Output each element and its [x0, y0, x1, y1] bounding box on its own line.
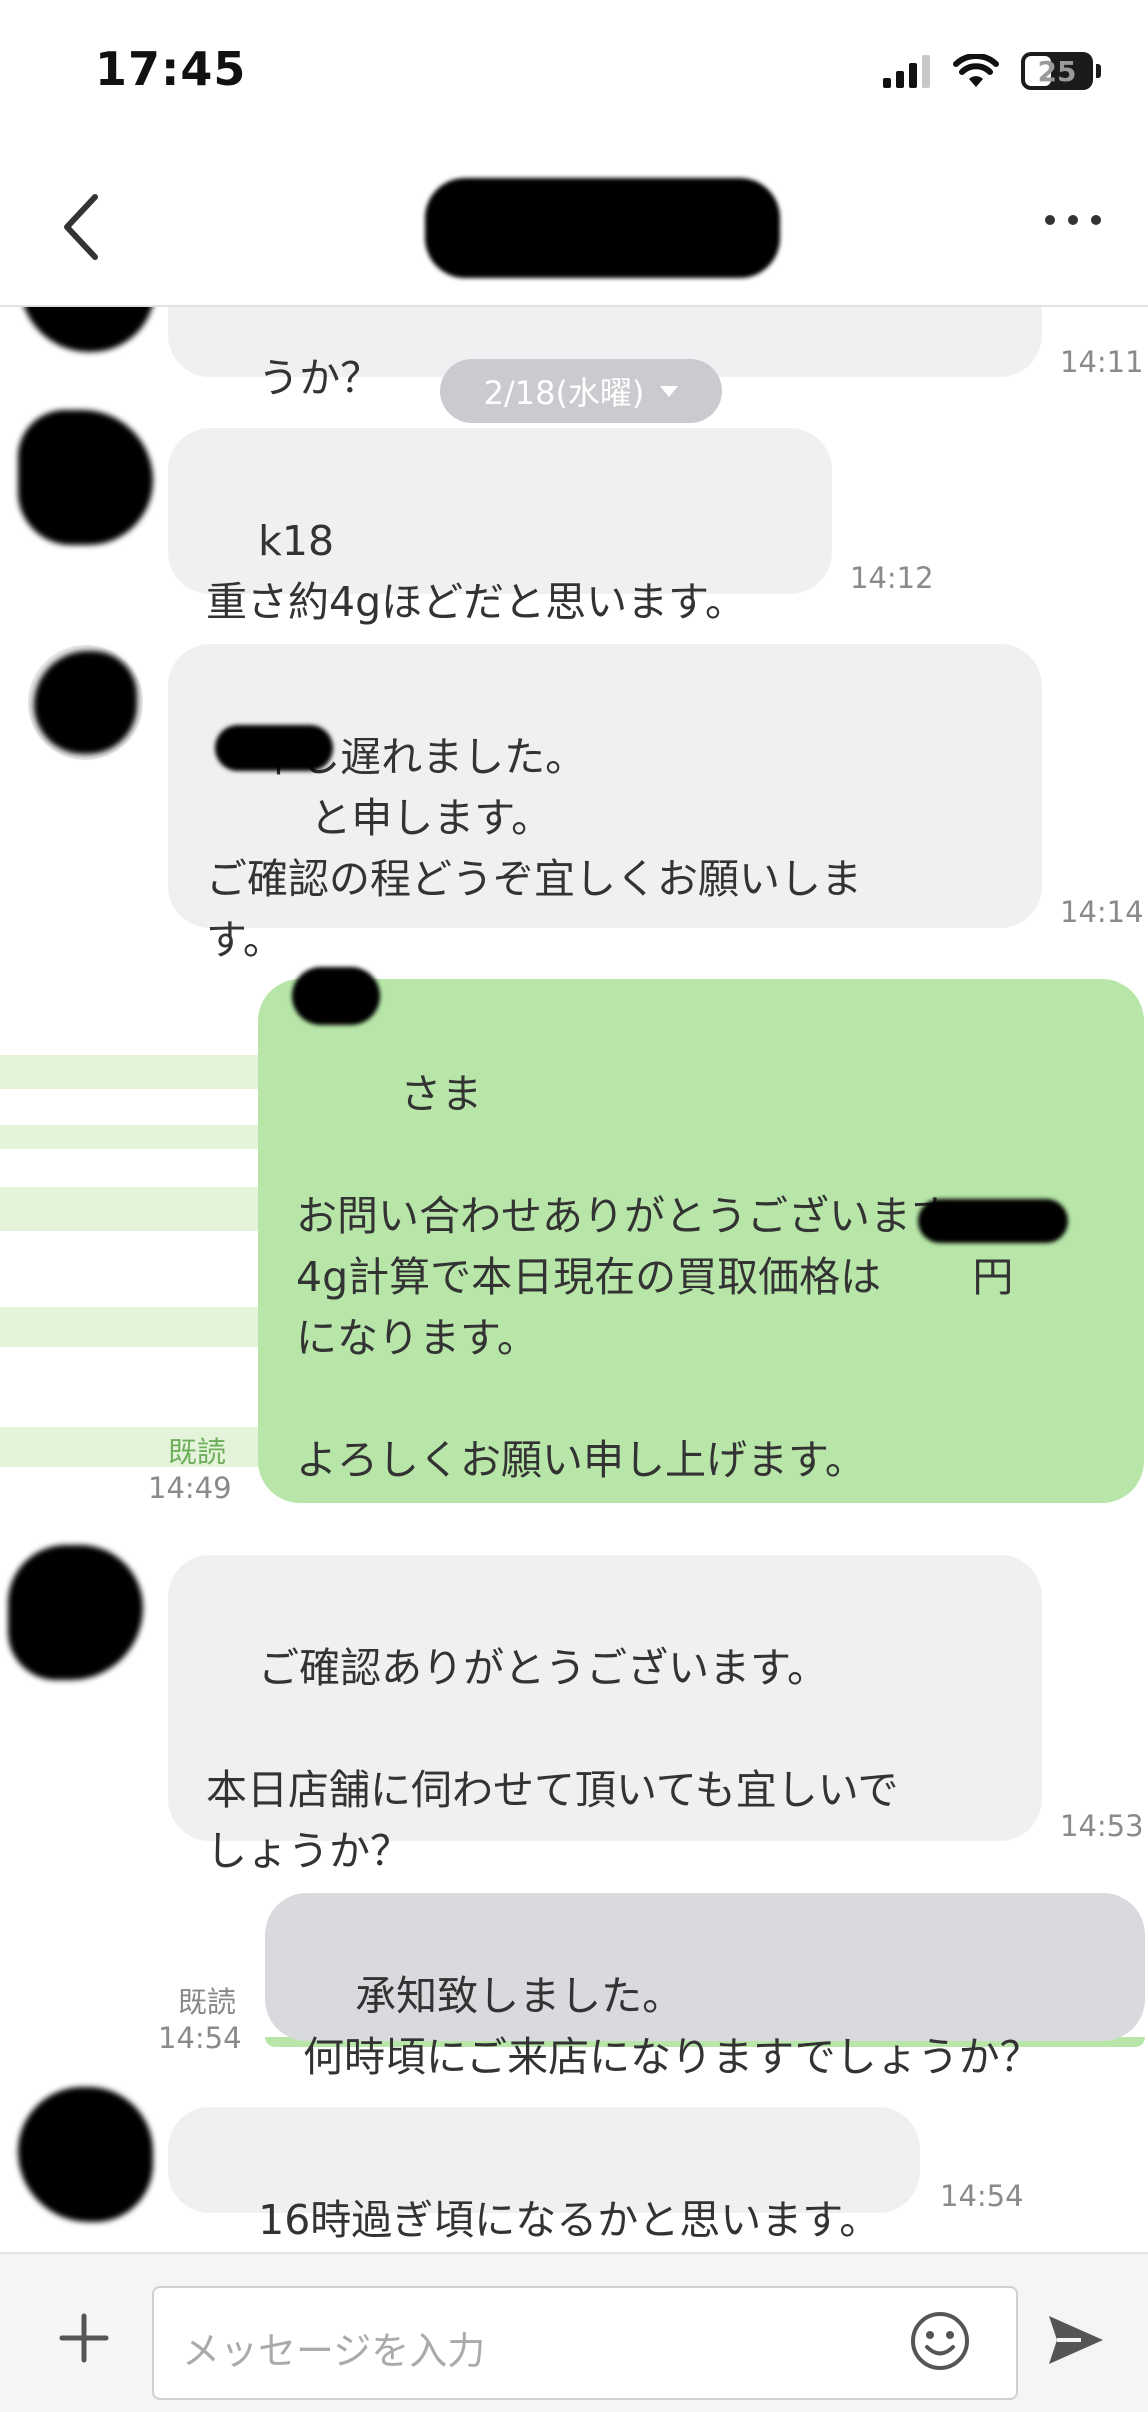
chevron-down-icon [660, 385, 679, 397]
redacted-text [215, 725, 333, 771]
message-text: ご確認ありがとうございます。 本日店舗に伺わせて頂いても宜しいで しょうか？ [206, 1644, 899, 1875]
plus-icon[interactable] [58, 2312, 110, 2364]
message-bubble-outgoing: 承知致しました。 何時頃にご来店になりますでしょうか？ [265, 1893, 1145, 2081]
message-bubble-incoming: 16時過ぎ頃になるかと思います。 [168, 2107, 920, 2244]
battery-level: 25 [1037, 54, 1077, 88]
message-text: k18 重さ約4gほどだと思います。 [206, 517, 747, 626]
redacted-text [918, 1199, 1068, 1243]
redacted-contact-name [425, 178, 780, 278]
message-bubble-incoming: k18 重さ約4gほどだと思います。 [168, 428, 832, 626]
message-time: 14:14 [1060, 895, 1144, 929]
message-bubble-incoming: 申し遅れました。 と申します。 ご確認の程どうぞ宜しくお願いしま す。 [168, 644, 1042, 964]
message-time: 14:49 [148, 1471, 232, 1505]
more-icon[interactable] [1038, 200, 1108, 240]
message-input[interactable]: メッセージを入力 [152, 2286, 1018, 2400]
read-receipt: 既読 [178, 1985, 237, 2019]
status-bar: 17:45 25 [0, 0, 1148, 150]
battery-icon: 25 [1021, 52, 1101, 90]
chat-header [0, 150, 1148, 307]
read-receipt: 既読 [168, 1435, 227, 1469]
message-text: うか？ [258, 354, 382, 402]
message-input-placeholder: メッセージを入力 [182, 2329, 486, 2373]
message-time: 14:12 [850, 561, 934, 595]
status-time: 17:45 [95, 42, 247, 96]
date-chip-label: 2/18(水曜) [483, 374, 645, 412]
message-bubble-incoming: ご確認ありがとうございます。 本日店舗に伺わせて頂いても宜しいで しょうか？ [168, 1555, 1042, 1875]
background-artifact [0, 1055, 260, 1089]
wifi-icon [953, 54, 999, 87]
avatar[interactable] [18, 410, 153, 545]
message-time: 14:54 [940, 2179, 1024, 2213]
date-chip[interactable]: 2/18(水曜) [440, 359, 722, 423]
message-time: 14:11 [1060, 345, 1144, 379]
message-text: 承知致しました。 何時頃にご来店になりますでしょうか？ [303, 1972, 1041, 2081]
avatar[interactable] [8, 1545, 143, 1680]
signal-icon [883, 55, 930, 88]
message-time: 14:53 [1060, 1809, 1144, 1843]
background-artifact [0, 1125, 260, 1149]
background-artifact [0, 1187, 260, 1231]
back-chevron-icon[interactable] [55, 182, 115, 272]
avatar[interactable] [28, 645, 143, 760]
send-icon[interactable] [1045, 2312, 1107, 2368]
avatar[interactable] [18, 2087, 153, 2222]
message-time: 14:54 [158, 2021, 242, 2055]
redacted-text [292, 967, 380, 1025]
chat-area[interactable]: うか？ 14:11 2/18(水曜) k18 重さ約4gほどだと思います。 14… [0, 307, 1148, 2252]
background-artifact [0, 1307, 260, 1347]
input-bar: メッセージを入力 [0, 2252, 1148, 2412]
smile-icon[interactable] [909, 2310, 971, 2372]
avatar[interactable] [20, 307, 155, 352]
message-text: 16時過ぎ頃になるかと思います。 [258, 2196, 881, 2244]
message-text: さま お問い合わせありがとうございます。 4g計算で本日現在の買取価格は 円 に… [296, 1070, 1014, 1484]
status-icons: 25 [883, 52, 1101, 90]
